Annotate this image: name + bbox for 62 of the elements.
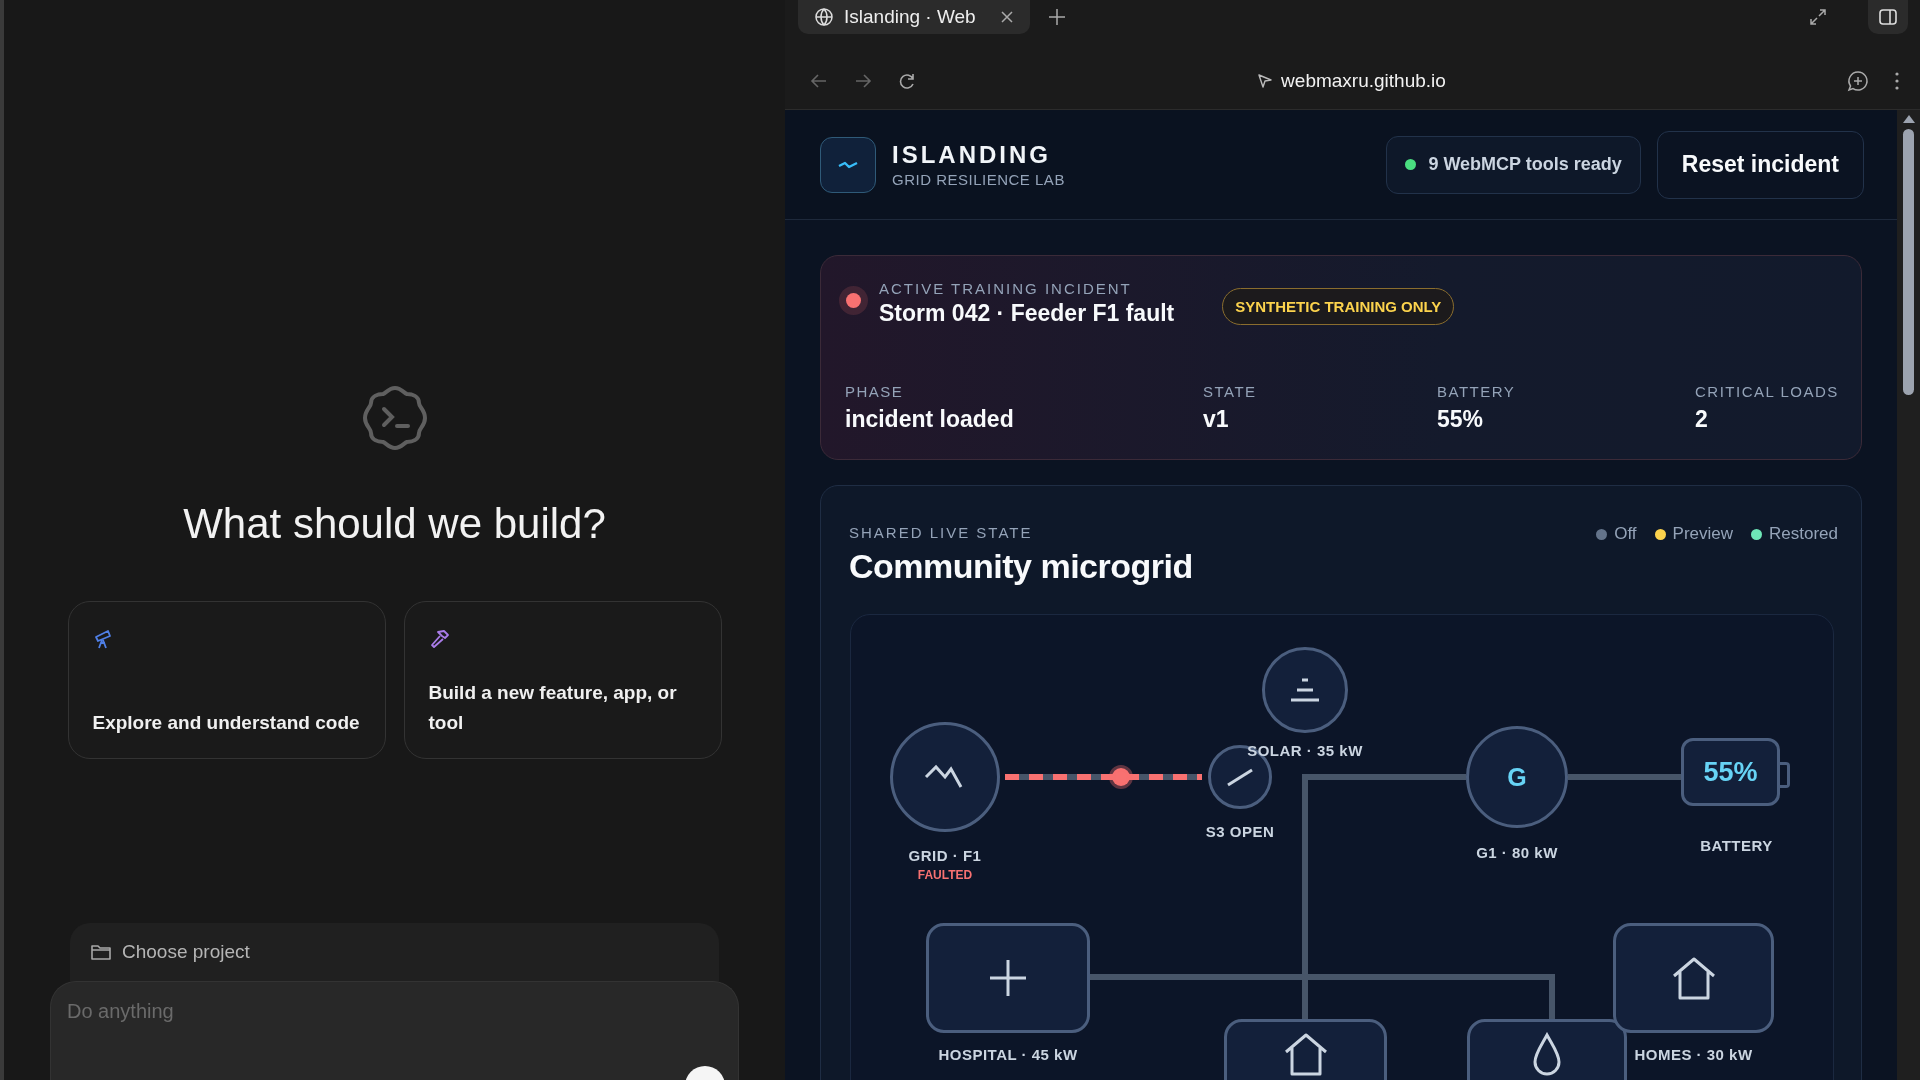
incident-title: Storm 042 · Feeder F1 fault [879,300,1175,327]
folder-icon [90,942,112,962]
section-title: Community microgrid [849,547,1193,586]
heading: What should we build? [183,500,606,548]
stat-value: 55% [1437,406,1485,433]
legend-label: Restored [1769,524,1838,544]
battery-terminal [1780,762,1790,788]
tools-status-text: 9 WebMCP tools ready [1428,154,1622,175]
homes-node[interactable] [1613,923,1774,1033]
legend-label: Preview [1672,524,1733,544]
app-title: ISLANDING [892,141,1052,169]
alert-dot [846,293,861,308]
sidebar-toggle-button[interactable] [1868,0,1908,34]
plus-icon [988,958,1028,998]
location-arrow-icon [1257,72,1274,89]
more-icon[interactable] [1894,70,1900,91]
expand-icon[interactable] [1808,7,1828,27]
close-icon[interactable] [1000,10,1014,24]
incident-eyebrow: ACTIVE TRAINING INCIDENT [879,280,1133,297]
node-label: SOLAR · 35 kW [1247,742,1363,759]
node-label: G1 · 80 kW [1476,844,1558,861]
hospital-node[interactable] [926,923,1090,1033]
choose-project-button[interactable]: Choose project [70,923,719,981]
stat-value: v1 [1203,406,1230,433]
stat-label: CRITICAL LOADS [1695,383,1839,400]
node-label: S3 OPEN [1205,823,1275,840]
scrollbar-thumb[interactable] [1903,129,1914,395]
training-badge: SYNTHETIC TRAINING ONLY [1222,288,1455,325]
fault-marker [1109,765,1133,789]
node-status: FAULTED [917,868,973,882]
hammer-icon [428,628,451,650]
generator-node[interactable]: G [1466,726,1568,828]
globe-icon [814,7,834,27]
node-label: HOMES · 30 kW [1634,1046,1753,1063]
scrollbar[interactable] [1897,110,1920,1080]
chat-plus-icon[interactable] [1846,68,1870,93]
node-label: HOSPITAL · 45 kW [938,1046,1078,1063]
section-eyebrow: SHARED LIVE STATE [849,524,1034,541]
app-subtitle: GRID RESILIENCE LAB [892,171,1065,188]
stat-label: STATE [1203,383,1258,400]
node-label: GRID · F1 [908,847,982,864]
stat-value: 2 [1695,406,1709,433]
node-label: BATTERY [1700,837,1773,854]
suggestion-card[interactable]: Build a new feature, app, or tool [403,601,722,759]
prompt-field[interactable]: Do anything [50,981,739,1080]
generator-symbol: G [1507,762,1527,792]
open-switch-icon [1225,767,1255,787]
solar-panel-icon [1288,677,1322,703]
stat-label: PHASE [845,383,905,400]
new-tab-icon[interactable] [1048,8,1066,26]
battery-reading: 55% [1703,756,1758,788]
bolt-logo [820,136,876,193]
scroll-up-icon[interactable] [1902,115,1915,123]
suggestion-card[interactable]: Explore and understand code [67,601,386,759]
legend-label: Off [1614,524,1637,544]
address-bar[interactable]: webmaxru.github.io [1281,69,1446,92]
drop-icon [1532,1032,1562,1076]
reset-incident-button[interactable]: Reset incident [1656,130,1864,199]
sidebar-icon [1878,7,1898,27]
stat-label: BATTERY [1437,383,1517,400]
browser-tab[interactable]: Islanding · Web [798,0,1030,34]
stat-value: incident loaded [845,406,1015,433]
